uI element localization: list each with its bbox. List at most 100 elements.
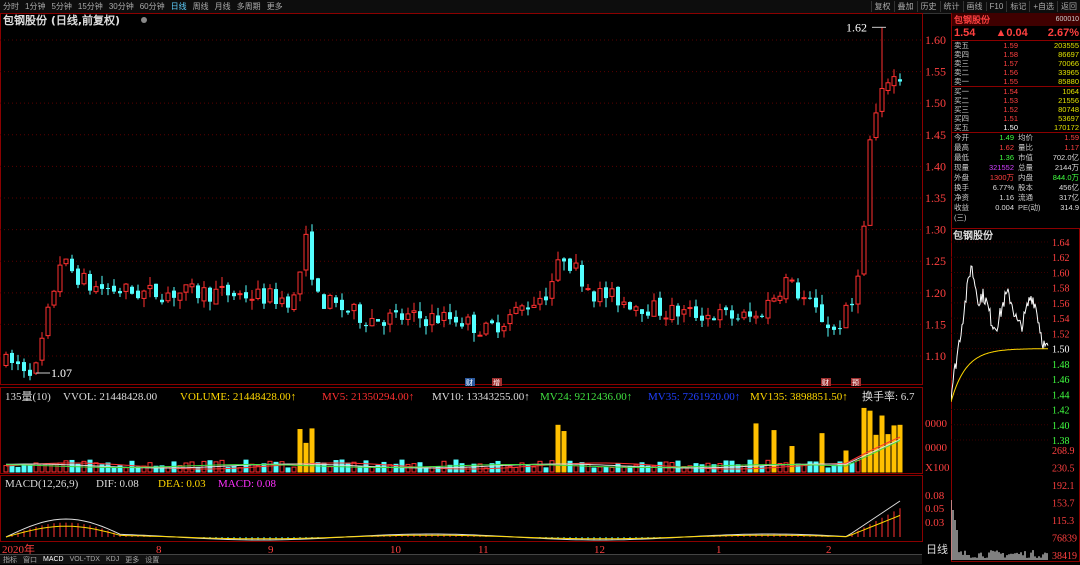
mini-price-tick: 1.54 — [1052, 314, 1070, 325]
order-label: 买四 — [954, 114, 969, 123]
toolbar-button[interactable]: 画线 — [962, 1, 986, 12]
stat-label: 流通 — [1018, 193, 1033, 202]
toolbar-button[interactable]: F10 — [985, 2, 1007, 11]
event-marker-label: 财 — [822, 378, 829, 387]
intraday-mini-chart[interactable]: 包钢股份 1.64 1.62 1.60 1.58 1.56 1.54 1.52 1.50 1.48… — [951, 228, 1080, 563]
timeframe-tab[interactable]: 日线 — [168, 1, 190, 12]
timeframe-tab[interactable]: 多周期 — [234, 1, 264, 12]
candle-body — [232, 292, 236, 297]
volume-bar — [879, 415, 885, 473]
volume-bar — [759, 465, 765, 473]
indicator-tab[interactable]: MACD — [40, 556, 67, 563]
stat-label: PE(动) — [1018, 203, 1041, 212]
candle-body — [249, 298, 255, 301]
candle-body — [387, 312, 393, 325]
candle-body — [730, 310, 734, 319]
timeframe-tab[interactable]: 周线 — [190, 1, 212, 12]
order-price: 1.51 — [1003, 114, 1018, 123]
buy-orders: 买一 1.54 1064 买二 1.53 21556 买三 1.52 80748 买四 1.51 53… — [952, 87, 1080, 133]
price-pane-frame — [0, 13, 923, 385]
volume-bar — [789, 446, 795, 473]
indicator-tab[interactable]: 设置 — [142, 555, 162, 565]
mini-price-tick: 1.52 — [1052, 329, 1070, 340]
mini-volume-tick: 153.7 — [1052, 499, 1075, 510]
volume-bar — [129, 460, 135, 473]
order-label: 买一 — [954, 87, 969, 96]
volume-bar — [807, 461, 813, 473]
indicator-tab[interactable]: 指标 — [0, 555, 20, 565]
timeframe-tab[interactable]: 15分钟 — [75, 1, 106, 12]
stat-label: 市值 — [1018, 153, 1033, 162]
order-label: 卖三 — [954, 59, 969, 68]
candle-body — [789, 279, 795, 282]
candle-body — [496, 322, 500, 333]
stock-code: 600010 — [1055, 16, 1079, 23]
volume-bar — [891, 425, 897, 473]
order-price: 1.59 — [1003, 41, 1018, 50]
stat-row: 今开 1.49 均价 1.59 — [952, 133, 1080, 143]
toolbar-button[interactable]: 叠加 — [893, 1, 917, 12]
price-tick-label: 1.50 — [925, 96, 946, 110]
macd-tick-label: 0.05 — [925, 503, 945, 515]
candle-body — [322, 294, 326, 309]
candle-body — [351, 303, 357, 312]
candle-body — [441, 311, 447, 321]
candle-body — [208, 287, 212, 302]
stat-row: 外盘 1300万 内盘 844.0万 — [952, 173, 1080, 183]
timeframe-tab[interactable]: 5分钟 — [48, 1, 74, 12]
order-volume: 21556 — [1058, 96, 1079, 105]
candle-body — [526, 307, 530, 310]
timeframe-tab[interactable]: 分时 — [0, 1, 22, 12]
timeframe-tab[interactable]: 1分钟 — [22, 1, 48, 12]
timeframe-tab[interactable]: 月线 — [212, 1, 234, 12]
mini-volume-tick: 76839 — [1052, 534, 1077, 545]
order-price: 1.53 — [1003, 96, 1018, 105]
volume-bar — [723, 460, 729, 473]
x-axis-label: 8 — [156, 544, 162, 554]
toolbar-button[interactable]: +自选 — [1029, 1, 1057, 12]
candle-body — [604, 287, 608, 299]
candle-body — [651, 300, 657, 317]
kline-chart[interactable]: 1.60 1.55 1.50 1.45 1.40 1.35 1.30 1.25 1.20 1.15… — [0, 13, 950, 554]
indicator-tab[interactable]: KDJ — [103, 556, 122, 563]
indicator-tab[interactable]: VOL-TDX — [67, 556, 103, 563]
order-row: 卖四 1.58 86697 — [952, 50, 1080, 59]
volume-bar — [345, 462, 351, 473]
candle-body — [327, 294, 333, 309]
volume-bar — [303, 442, 309, 473]
stat-value: 317亿 — [1058, 193, 1079, 202]
candle-body — [640, 309, 644, 314]
volume-bars — [3, 407, 903, 473]
timeframe-tab[interactable]: 更多 — [264, 1, 286, 12]
settings-dot-icon[interactable] — [141, 17, 147, 23]
toolbar-button[interactable]: 历史 — [916, 1, 940, 12]
candle-body — [597, 288, 603, 303]
candle-body — [369, 317, 375, 327]
candle-body — [472, 314, 476, 333]
toolbar-button[interactable]: 复权 — [870, 1, 894, 12]
candle-body — [717, 309, 723, 321]
timeframe-tab[interactable]: 60分钟 — [137, 1, 168, 12]
candle-body — [736, 318, 740, 320]
candle-body — [112, 285, 116, 292]
stat-value: 1.49 — [999, 133, 1014, 142]
order-row: 买三 1.52 80748 — [952, 105, 1080, 114]
volume-bar — [885, 434, 891, 473]
indicator-tab[interactable]: 窗口 — [20, 555, 40, 565]
volume-bar — [15, 466, 21, 473]
toolbar-button[interactable]: 返回 — [1057, 1, 1080, 12]
volume-bar — [849, 463, 855, 473]
toolbar-button[interactable]: 标记 — [1006, 1, 1029, 12]
indicator-tab[interactable]: 更多 — [122, 555, 142, 565]
order-label: 买五 — [954, 123, 969, 132]
candle-body — [621, 301, 627, 305]
candle-body — [429, 313, 435, 326]
order-price: 1.55 — [1003, 77, 1018, 86]
toolbar-button[interactable]: 统计 — [939, 1, 963, 12]
stat-value: 702.0亿 — [1052, 153, 1079, 162]
timeframe-tab[interactable]: 30分钟 — [106, 1, 137, 12]
stat-label: 收益(三) — [954, 203, 969, 222]
candle-body — [418, 311, 422, 319]
candle-body — [694, 306, 698, 318]
mini-volume-tick: 38419 — [1052, 551, 1077, 562]
